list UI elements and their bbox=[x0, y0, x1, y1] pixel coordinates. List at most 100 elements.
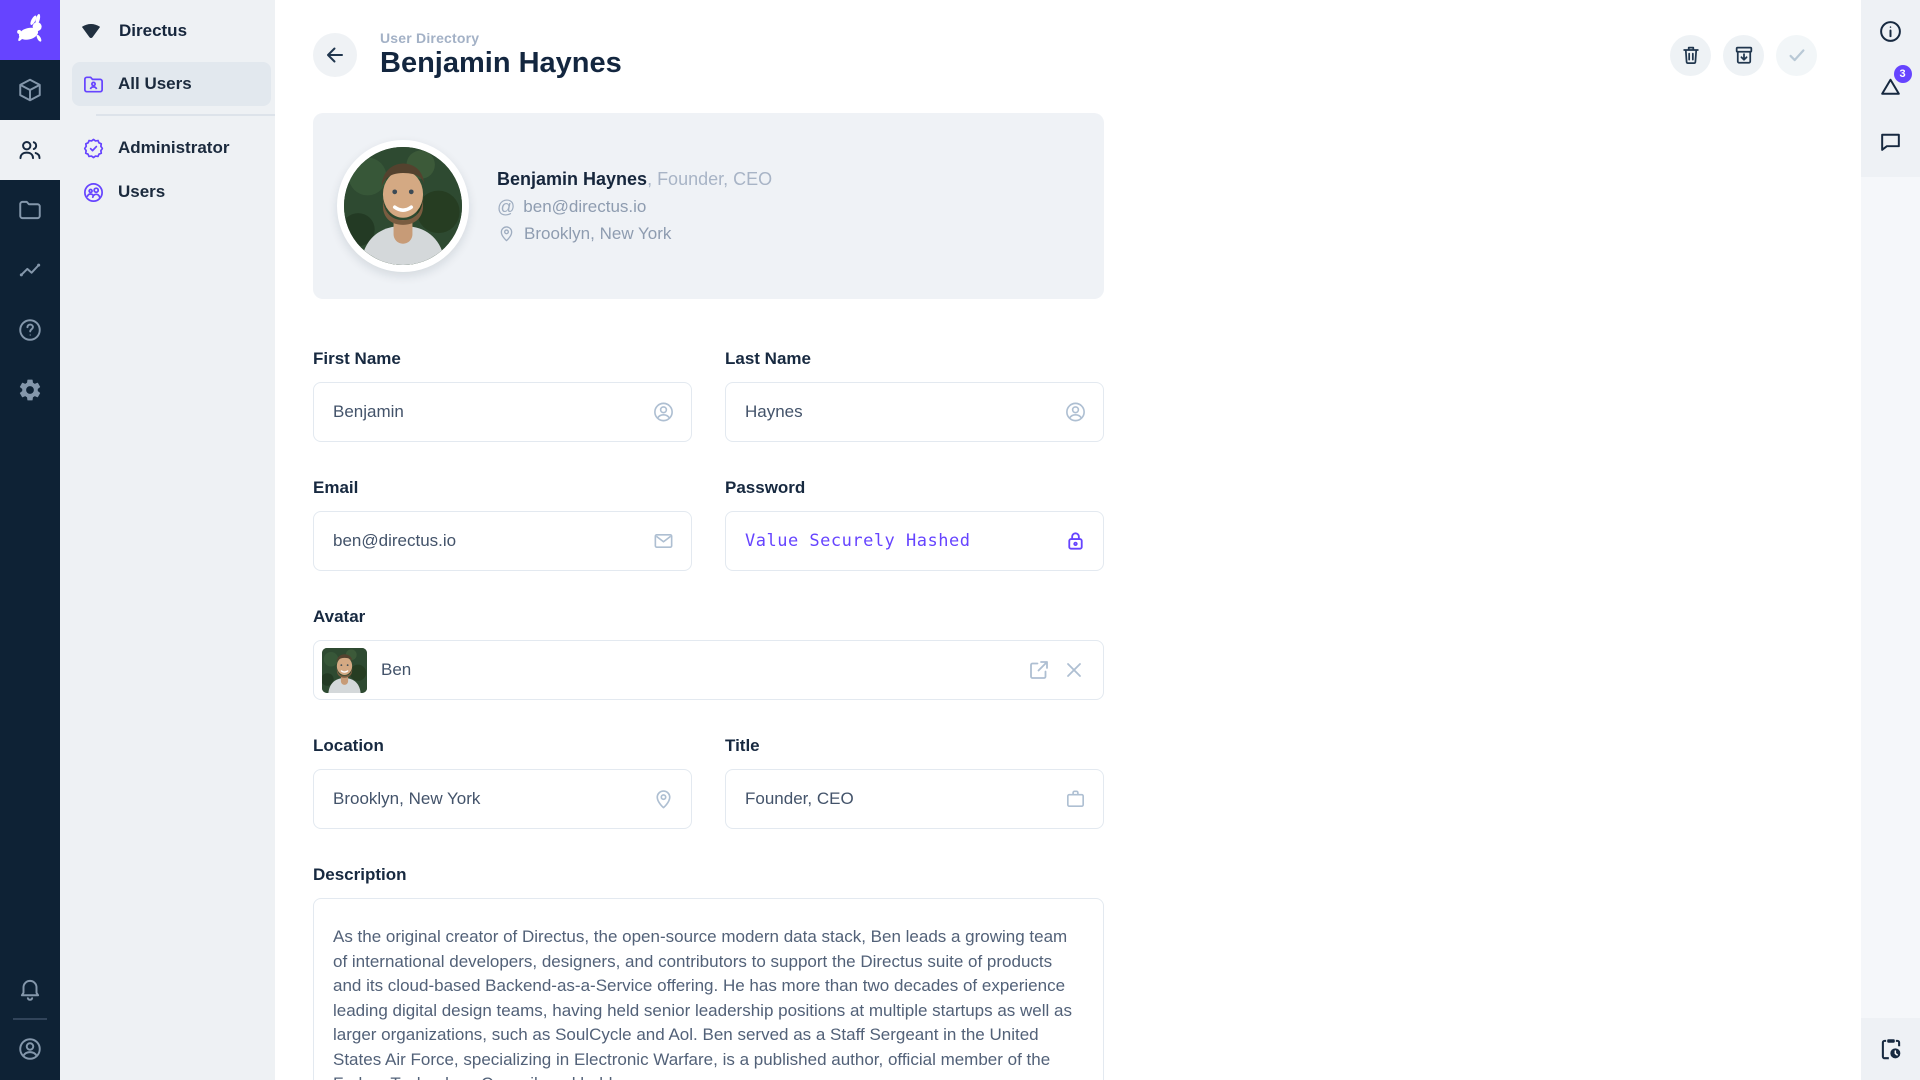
save-button[interactable] bbox=[1776, 35, 1817, 76]
mail-icon bbox=[652, 530, 675, 553]
people-icon bbox=[17, 137, 43, 163]
profile-email: ben@directus.io bbox=[523, 197, 646, 217]
bell-icon bbox=[17, 976, 43, 1002]
folder-user-icon bbox=[82, 73, 105, 96]
nav-item-all-users[interactable]: All Users bbox=[72, 62, 271, 106]
delete-button[interactable] bbox=[1670, 35, 1711, 76]
insights-icon bbox=[17, 257, 43, 283]
fan-icon bbox=[78, 18, 104, 44]
directus-logo[interactable] bbox=[0, 0, 60, 60]
right-sidebar: 3 bbox=[1861, 0, 1920, 1080]
back-button[interactable] bbox=[313, 33, 357, 77]
right-sidebar-tools: 3 bbox=[1861, 0, 1920, 177]
profile-name: Benjamin Haynes bbox=[497, 169, 647, 189]
open-file-button[interactable] bbox=[1027, 658, 1051, 682]
main-panel: User Directory Benjamin Haynes bbox=[275, 0, 1861, 1080]
arrow-left-icon bbox=[323, 43, 347, 67]
field-email: Email bbox=[313, 478, 692, 571]
field-location: Location bbox=[313, 736, 692, 829]
description-textarea[interactable]: As the original creator of Directus, the… bbox=[313, 898, 1104, 1080]
avatar-thumbnail bbox=[322, 648, 367, 693]
profile-info: Benjamin Haynes, Founder, CEO @ ben@dire… bbox=[497, 169, 772, 244]
first-name-input[interactable] bbox=[313, 382, 692, 442]
help-icon bbox=[17, 317, 43, 343]
profile-location-row: Brooklyn, New York bbox=[497, 224, 772, 244]
field-description: Description As the original creator of D… bbox=[313, 865, 1104, 1080]
nav-sidebar: Directus All Users Administrator bbox=[60, 0, 275, 1080]
launch-icon bbox=[1027, 658, 1051, 682]
place-pin-icon bbox=[652, 788, 675, 811]
cube-icon bbox=[17, 77, 43, 103]
at-icon: @ bbox=[497, 198, 515, 216]
field-label: Title bbox=[725, 736, 1104, 756]
place-pin-icon bbox=[497, 224, 516, 243]
module-bar-bottom bbox=[0, 964, 60, 1080]
account-button[interactable] bbox=[0, 1024, 60, 1074]
divider bbox=[13, 1018, 47, 1020]
form-content: Benjamin Haynes, Founder, CEO @ ben@dire… bbox=[313, 113, 1104, 1080]
pending-actions-icon bbox=[1878, 1036, 1904, 1062]
project-switcher[interactable]: Directus bbox=[60, 0, 275, 62]
module-insights[interactable] bbox=[0, 240, 60, 300]
module-content[interactable] bbox=[0, 60, 60, 120]
archive-button[interactable] bbox=[1723, 35, 1764, 76]
email-input[interactable] bbox=[313, 511, 692, 571]
field-label: Description bbox=[313, 865, 1104, 885]
close-icon bbox=[1062, 658, 1086, 682]
gear-icon bbox=[17, 377, 43, 403]
info-icon bbox=[1878, 19, 1903, 44]
trash-icon bbox=[1680, 44, 1702, 66]
field-label: Location bbox=[313, 736, 692, 756]
briefcase-icon bbox=[1064, 788, 1087, 811]
page-header: User Directory Benjamin Haynes bbox=[275, 0, 1861, 80]
page-title: Benjamin Haynes bbox=[380, 47, 622, 80]
remove-file-button[interactable] bbox=[1062, 658, 1086, 682]
directus-rabbit-icon bbox=[12, 12, 48, 48]
module-settings[interactable] bbox=[0, 360, 60, 420]
right-sidebar-footer bbox=[1861, 1018, 1920, 1080]
app-window: Directus All Users Administrator bbox=[0, 0, 1920, 1080]
lock-icon bbox=[1064, 530, 1087, 553]
user-form: First Name Last Name bbox=[313, 349, 1104, 1080]
divider bbox=[96, 114, 275, 116]
nav-item-label: Users bbox=[118, 182, 165, 202]
field-label: Email bbox=[313, 478, 692, 498]
chat-bubble-icon bbox=[1878, 129, 1903, 154]
header-actions bbox=[1670, 35, 1817, 76]
module-bar bbox=[0, 0, 60, 1080]
last-name-input[interactable] bbox=[725, 382, 1104, 442]
check-icon bbox=[1786, 44, 1808, 66]
profile-location: Brooklyn, New York bbox=[524, 224, 671, 244]
account-circle-icon bbox=[17, 1036, 43, 1062]
field-title: Title bbox=[725, 736, 1104, 829]
module-user-directory[interactable] bbox=[0, 120, 60, 180]
project-name: Directus bbox=[119, 21, 187, 41]
location-input[interactable] bbox=[313, 769, 692, 829]
profile-avatar bbox=[337, 140, 469, 272]
module-help[interactable] bbox=[0, 300, 60, 360]
nav-item-administrator[interactable]: Administrator bbox=[72, 126, 271, 170]
avatar-file-name: Ben bbox=[381, 660, 411, 680]
profile-role: , Founder, CEO bbox=[647, 169, 772, 189]
account-circle-icon bbox=[1064, 401, 1087, 424]
profile-card: Benjamin Haynes, Founder, CEO @ ben@dire… bbox=[313, 113, 1104, 299]
field-last-name: Last Name bbox=[725, 349, 1104, 442]
field-label: Password bbox=[725, 478, 1104, 498]
info-button[interactable] bbox=[1869, 9, 1913, 53]
password-input[interactable] bbox=[725, 511, 1104, 571]
revisions-button[interactable]: 3 bbox=[1869, 64, 1913, 108]
field-avatar: Avatar Ben bbox=[313, 607, 1104, 700]
field-password: Password bbox=[725, 478, 1104, 571]
pending-actions-button[interactable] bbox=[1869, 1027, 1913, 1071]
field-label: Last Name bbox=[725, 349, 1104, 369]
nav-item-users[interactable]: Users bbox=[72, 170, 271, 214]
title-input[interactable] bbox=[725, 769, 1104, 829]
verified-badge-icon bbox=[82, 137, 105, 160]
field-label: Avatar bbox=[313, 607, 1104, 627]
module-file-library[interactable] bbox=[0, 180, 60, 240]
field-first-name: First Name bbox=[313, 349, 692, 442]
notifications-button[interactable] bbox=[0, 964, 60, 1014]
comments-button[interactable] bbox=[1869, 119, 1913, 163]
avatar-file-input[interactable]: Ben bbox=[313, 640, 1104, 700]
breadcrumb[interactable]: User Directory bbox=[380, 30, 622, 46]
